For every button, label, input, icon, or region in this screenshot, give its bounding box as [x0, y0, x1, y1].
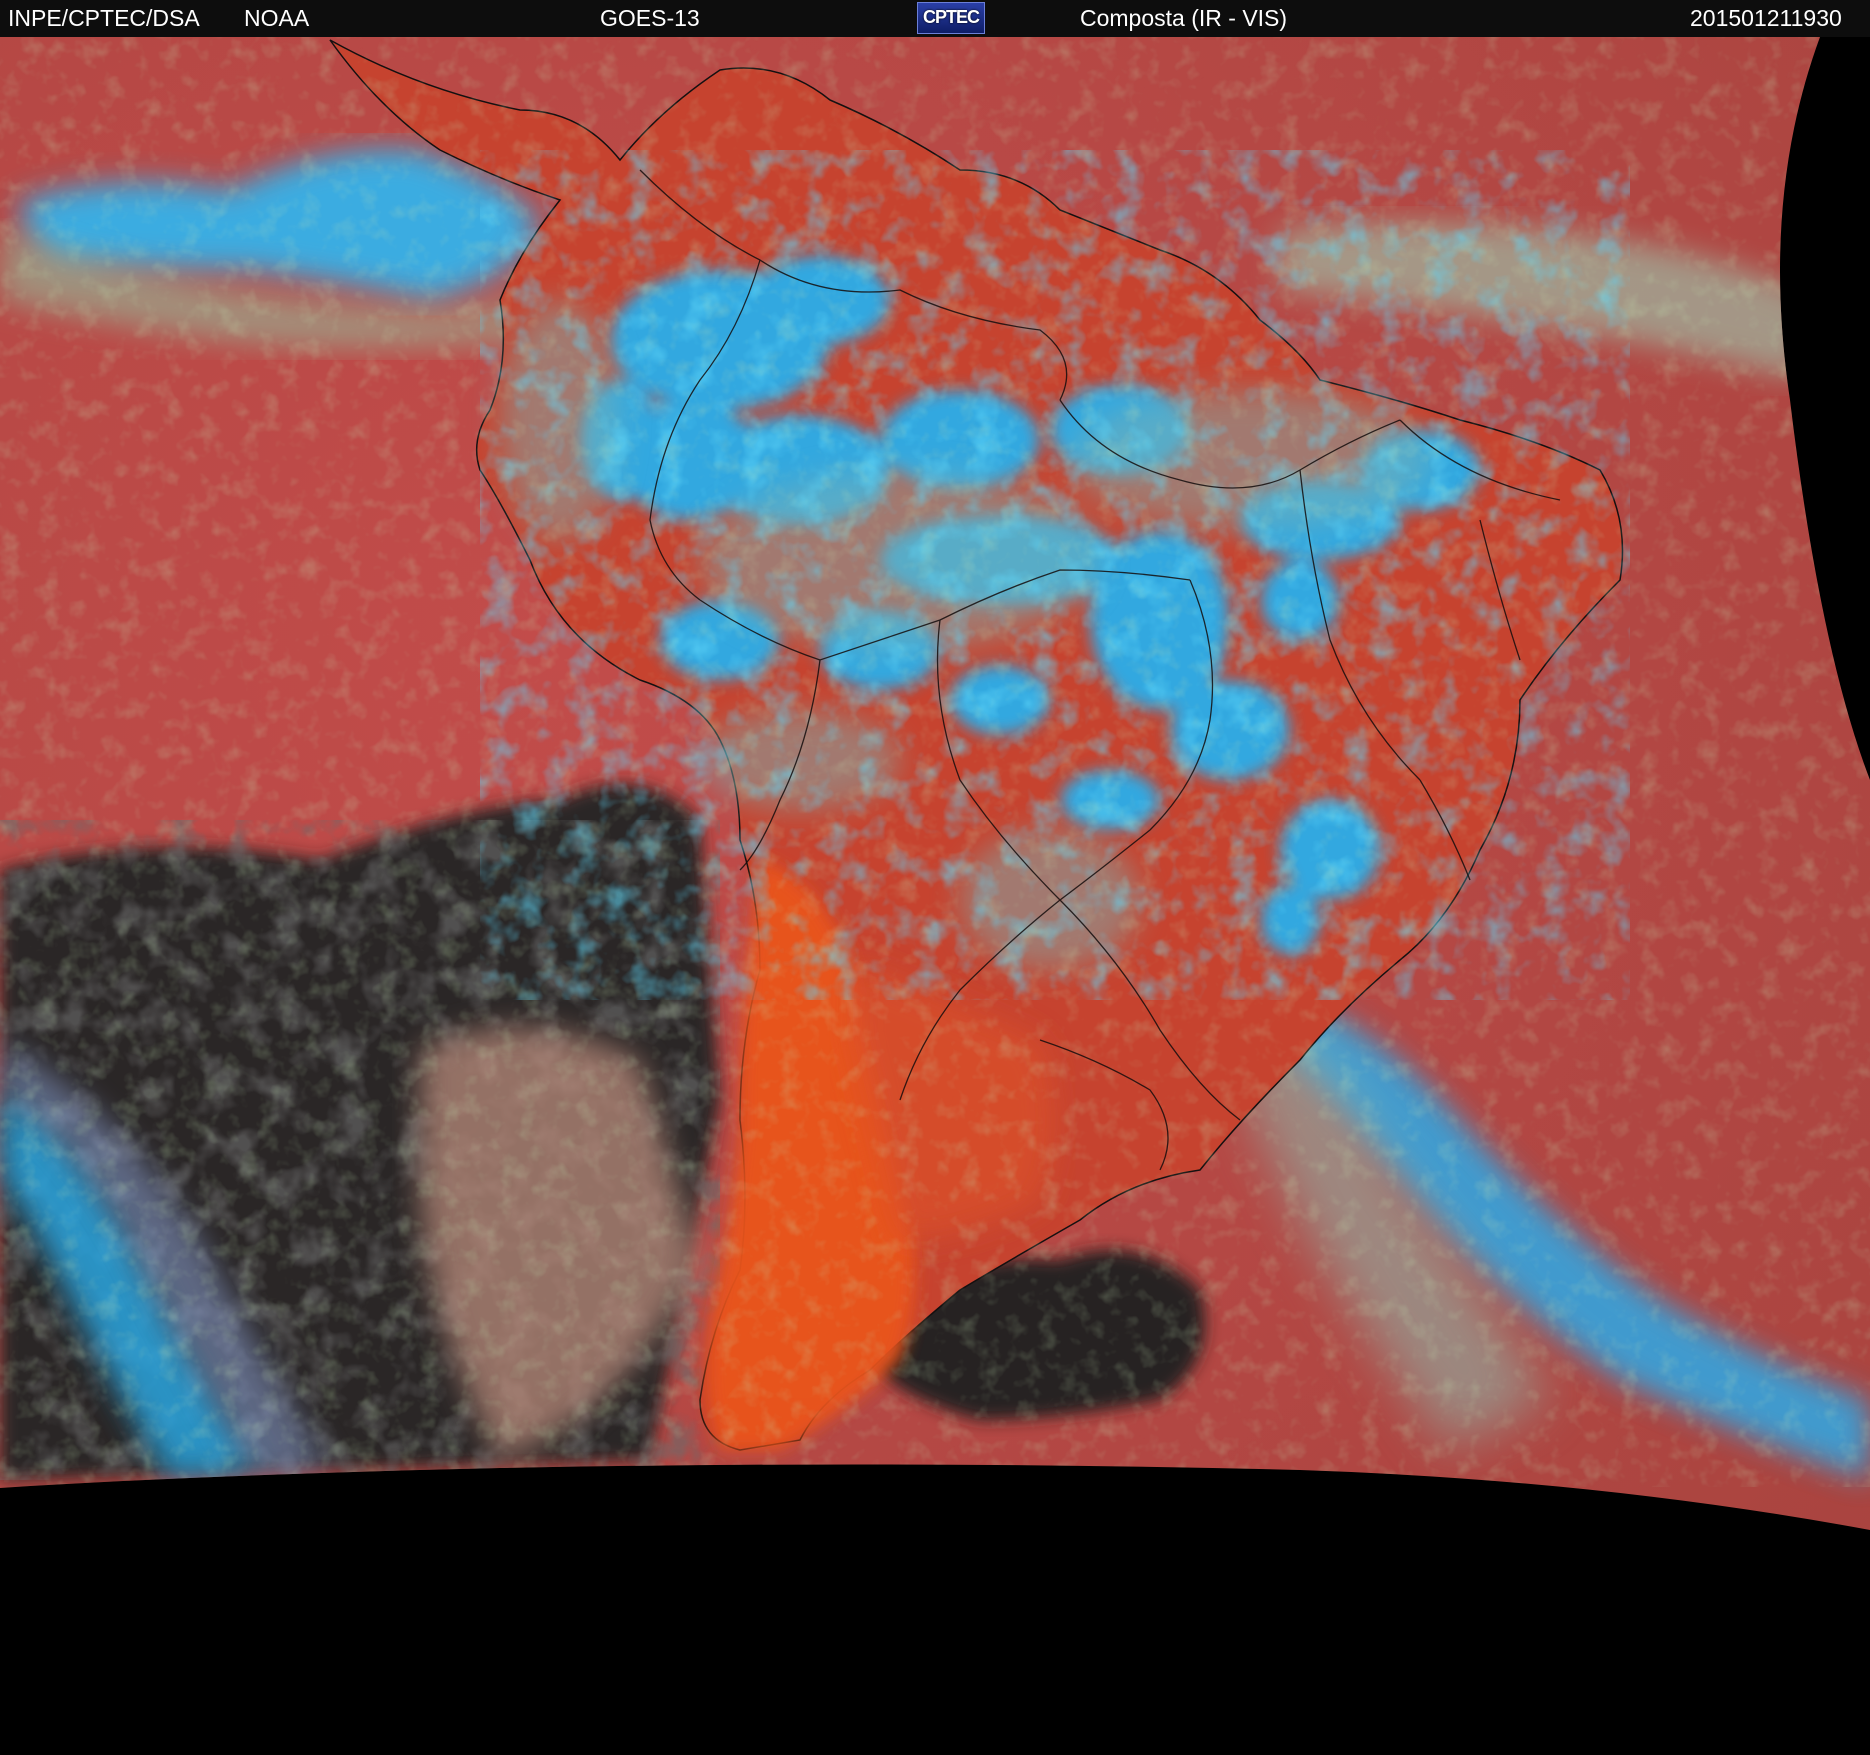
green-speckle-texture	[0, 37, 1870, 1487]
product-label: Composta (IR - VIS)	[1080, 5, 1288, 31]
satellite-image	[0, 37, 1870, 1750]
cptec-logo: CPTEC	[917, 2, 985, 34]
cptec-logo-text: CPTEC	[922, 7, 980, 27]
source-label: INPE/CPTEC/DSA	[8, 5, 200, 31]
header-bar: INPE/CPTEC/DSA NOAA GOES-13 CPTEC Compos…	[0, 0, 1870, 37]
agency-label: NOAA	[244, 5, 310, 31]
satellite-label: GOES-13	[600, 5, 700, 31]
timestamp-label: 201501211930	[1690, 5, 1842, 31]
composite-image-svg	[0, 37, 1870, 1530]
